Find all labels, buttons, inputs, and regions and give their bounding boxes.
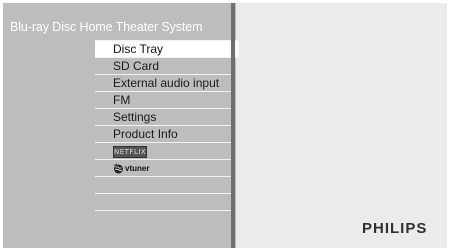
netflix-logo-icon: NETFLIX <box>113 146 147 158</box>
home-menu: Disc Tray SD Card External audio input F… <box>95 40 239 211</box>
page-title: Blu-ray Disc Home Theater System <box>10 20 203 34</box>
vtuner-label: vtuner <box>125 163 150 173</box>
menu-item-product-info[interactable]: Product Info <box>95 126 231 143</box>
menu-item-label: External audio input <box>113 76 220 90</box>
menu-item-label: Settings <box>113 110 157 124</box>
menu-item-sd-card[interactable]: SD Card <box>95 58 231 75</box>
menu-item-label: FM <box>113 93 131 107</box>
menu-item-disc-tray[interactable]: Disc Tray <box>95 40 239 58</box>
panel-divider <box>231 3 235 248</box>
menu-item-empty <box>95 194 231 211</box>
menu-item-empty <box>95 177 231 194</box>
tv-screen: Blu-ray Disc Home Theater System Disc Tr… <box>3 3 447 248</box>
vtuner-logo: vtuner <box>113 162 149 174</box>
menu-item-label: SD Card <box>113 59 160 73</box>
philips-logo: PHILIPS <box>362 220 428 237</box>
menu-item-label: Product Info <box>113 127 178 141</box>
menu-item-fm[interactable]: FM <box>95 92 231 109</box>
vtuner-globe-icon <box>113 162 123 173</box>
home-menu-panel: Blu-ray Disc Home Theater System Disc Tr… <box>3 3 239 248</box>
menu-item-external-audio-input[interactable]: External audio input <box>95 75 231 92</box>
menu-item-vtuner[interactable]: vtuner <box>95 160 231 177</box>
menu-item-netflix[interactable]: NETFLIX <box>95 143 231 160</box>
menu-item-label: Disc Tray <box>113 42 164 56</box>
menu-item-settings[interactable]: Settings <box>95 109 231 126</box>
